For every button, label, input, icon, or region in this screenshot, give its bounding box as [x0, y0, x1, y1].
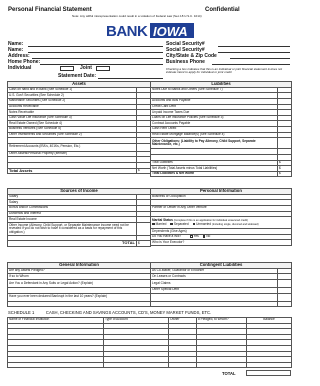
individual-checkbox[interactable] — [60, 66, 74, 71]
schedule1-cell[interactable] — [196, 361, 247, 369]
name1-field[interactable] — [28, 42, 163, 47]
total-assets-label: Total Assets — [7, 167, 137, 175]
schedule1-total-field[interactable] — [246, 370, 291, 376]
statement-date-label: Statement Date: — [58, 73, 97, 79]
address-field[interactable] — [32, 54, 163, 59]
business-phone-label: Business Phone — [166, 59, 205, 65]
general-row: Have you ever been declared Bankrupt in … — [7, 292, 151, 302]
name2-field[interactable] — [28, 48, 163, 53]
married-label: Married — [155, 221, 167, 226]
statement-date-field[interactable] — [98, 74, 163, 79]
unmarried-checkbox[interactable] — [192, 222, 196, 226]
joint-checkbox[interactable] — [96, 66, 110, 71]
schedule1-cell[interactable] — [246, 361, 292, 369]
income-amount[interactable] — [136, 221, 151, 236]
other-income-note: Other Income (Alimony, Child Support, or… — [7, 221, 137, 236]
individual-label: Individual — [8, 65, 32, 71]
confidential-label: Confidential — [205, 7, 240, 13]
schedule1-total-label: TOTAL — [222, 371, 236, 376]
will-no-label: No — [206, 234, 211, 239]
asset-row: Retirement Accounts (IRA's, 401Ks, Pensi… — [7, 142, 137, 152]
joint-label: Joint — [80, 65, 92, 71]
ssn2-field[interactable] — [218, 48, 290, 53]
home-phone-field[interactable] — [40, 60, 163, 65]
total-liab-net-worth-label: Total Liabilities & Net Worth — [150, 170, 278, 178]
general-blank-row[interactable] — [7, 300, 151, 308]
contingent-amount[interactable] — [276, 292, 293, 302]
separated-checkbox[interactable] — [170, 222, 173, 226]
will-yes-checkbox[interactable] — [189, 235, 193, 238]
schedule1-table: Name of Financial Institution Type of Ac… — [7, 317, 292, 369]
general-row: Are You a Defendant in Any Suits or Lega… — [7, 279, 151, 289]
svg-text:IOWA: IOWA — [153, 24, 188, 39]
executor-label: Who is Your Executor? — [150, 239, 292, 246]
contingent-amount[interactable] — [276, 300, 293, 308]
liability-row: Other Obligations: (Liability to Pay Ali… — [150, 137, 278, 150]
checkbox-note: Checking a box indicates that this is an… — [166, 67, 283, 75]
will-no-checkbox[interactable] — [202, 235, 206, 238]
liabilities-table: Liabilities Notes Due to Banks and Other… — [149, 81, 293, 178]
will-label: Do You Have a Will? — [152, 234, 182, 239]
personal-info-table: Personal Information Business or Occupat… — [150, 188, 292, 246]
contingent-blank-row[interactable] — [150, 300, 278, 308]
general-info-table: General Information Are any Assets Pledg… — [7, 262, 151, 308]
schedule1-cell[interactable] — [103, 361, 169, 369]
income-total-label: TOTAL — [7, 240, 137, 247]
svg-text:BANK: BANK — [106, 23, 148, 39]
contingent-liabilities-table: Contingent Liabilities As Co-Maker, Guar… — [149, 262, 293, 308]
liability-amount[interactable] — [276, 137, 293, 150]
asset-amount[interactable] — [135, 142, 152, 152]
contingent-row: Legal Claims — [150, 279, 278, 289]
city-state-zip-field[interactable] — [230, 54, 290, 59]
separated-label: Separated — [173, 221, 189, 226]
contingent-amount[interactable] — [276, 279, 293, 289]
bank-iowa-logo: BANK IOWA — [106, 22, 196, 40]
schedule1-cell[interactable] — [168, 361, 197, 369]
page-title: Personal Financial Statement — [8, 7, 92, 13]
ssn1-field[interactable] — [218, 42, 290, 47]
schedule1-cell[interactable] — [7, 361, 104, 369]
schedule1-title: SCHEDULE 1 CASH, CHECKING AND SAVINGS AC… — [8, 310, 212, 315]
legal-note: Note: Any willful misrepresentation coul… — [72, 14, 202, 18]
income-table: Sources of Income Salary Salary Bonus an… — [7, 188, 151, 247]
total-assets-amount[interactable]: $ — [135, 167, 152, 175]
total-liab-net-worth-amount[interactable]: $ — [276, 170, 293, 178]
contingent-blank-row[interactable] — [150, 292, 278, 302]
unmarried-label: Unmarried — [196, 221, 211, 226]
business-phone-field[interactable] — [212, 60, 290, 65]
married-checkbox[interactable] — [152, 222, 155, 226]
unmarried-note: (Including single, divorced and widowed) — [211, 222, 259, 226]
will-yes-label: Yes — [193, 234, 199, 239]
income-total-amount[interactable]: $ — [136, 240, 151, 247]
assets-table: Assets Cash on hand and in Bank (See Sch… — [6, 81, 152, 175]
marital-status-cell: Marital Status (Complete if this is an a… — [150, 216, 292, 230]
